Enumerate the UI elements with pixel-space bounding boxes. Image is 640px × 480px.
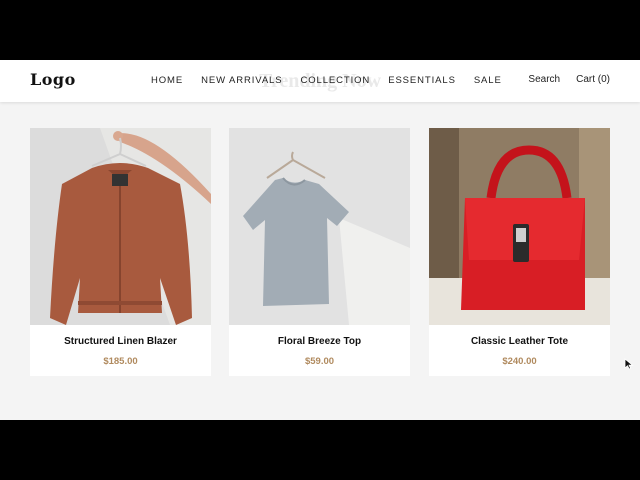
site-header: Logo Trending Now HOME NEW ARRIVALS COLL… — [0, 60, 640, 102]
product-name[interactable]: Classic Leather Tote — [429, 336, 610, 347]
product-card-top[interactable]: Floral Breeze Top $59.00 — [229, 128, 410, 376]
nav-home[interactable]: HOME — [151, 75, 183, 86]
product-price: $185.00 — [103, 356, 138, 367]
main-nav: HOME NEW ARRIVALS COLLECTION ESSENTIALS … — [151, 75, 502, 86]
search-link[interactable]: Search — [528, 74, 560, 85]
storefront-page: Logo Trending Now HOME NEW ARRIVALS COLL… — [0, 60, 640, 420]
header-tools: Search Cart (0) — [528, 74, 610, 85]
product-name[interactable]: Structured Linen Blazer — [30, 336, 211, 347]
nav-sale[interactable]: SALE — [474, 75, 502, 86]
nav-collection[interactable]: COLLECTION — [300, 75, 370, 86]
product-name[interactable]: Floral Breeze Top — [229, 336, 410, 347]
site-logo[interactable]: Logo — [30, 70, 76, 89]
product-image-top[interactable] — [229, 128, 410, 325]
product-card-tote[interactable]: Classic Leather Tote $240.00 — [429, 128, 610, 376]
product-image-blazer[interactable] — [30, 128, 211, 325]
product-price: $240.00 — [502, 356, 537, 367]
mouse-cursor-icon — [624, 357, 634, 375]
product-image-tote[interactable] — [429, 128, 610, 325]
nav-essentials[interactable]: ESSENTIALS — [388, 75, 456, 86]
product-price: $59.00 — [304, 356, 335, 367]
cart-link[interactable]: Cart (0) — [576, 74, 610, 85]
product-card-blazer[interactable]: Structured Linen Blazer $185.00 — [30, 128, 211, 376]
nav-new-arrivals[interactable]: NEW ARRIVALS — [201, 75, 282, 86]
